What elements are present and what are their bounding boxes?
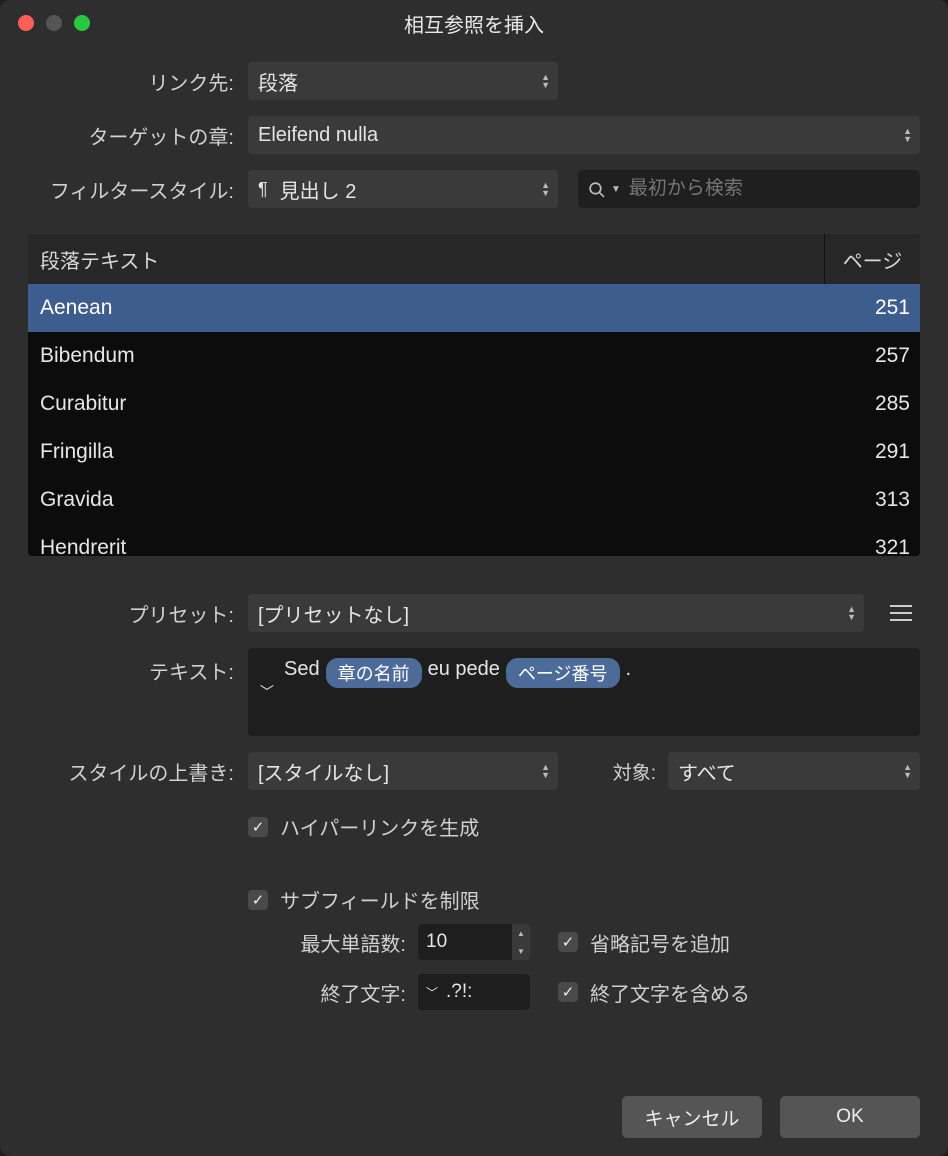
row-text: Hendrerit <box>28 536 824 556</box>
row-text: Gravida <box>28 488 824 512</box>
link-to-select[interactable]: 段落 ▲▼ <box>248 62 558 100</box>
limit-subfields-checkbox[interactable]: ✓ <box>248 890 268 910</box>
table-row[interactable]: Fringilla291 <box>28 428 920 476</box>
target-chapter-label: ターゲットの章: <box>28 121 248 150</box>
text-part: Sed <box>284 658 320 681</box>
filter-style-select[interactable]: ¶ 見出し 2 ▲▼ <box>248 170 558 208</box>
stepper-icon: ▲▼ <box>541 73 550 89</box>
add-ellipsis-checkbox[interactable]: ✓ <box>558 932 578 952</box>
style-override-label: スタイルの上書き: <box>28 757 248 786</box>
row-page: 313 <box>824 488 920 512</box>
target-chapter-select[interactable]: Eleifend nulla ▲▼ <box>248 116 920 154</box>
preset-label: プリセット: <box>28 599 248 628</box>
table-row[interactable]: Curabitur285 <box>28 380 920 428</box>
apply-to-select[interactable]: すべて ▲▼ <box>668 752 920 790</box>
chevron-down-icon[interactable]: ﹀ <box>426 984 438 1001</box>
row-text: Fringilla <box>28 440 824 464</box>
paragraph-icon: ¶ <box>258 179 268 200</box>
table-row[interactable]: Aenean251 <box>28 284 920 332</box>
row-page: 251 <box>824 296 920 320</box>
search-icon <box>588 181 605 198</box>
row-text: Curabitur <box>28 392 824 416</box>
text-part: . <box>626 658 632 681</box>
table-row[interactable]: Bibendum257 <box>28 332 920 380</box>
row-text: Aenean <box>28 296 824 320</box>
style-override-value: [スタイルなし] <box>258 757 389 786</box>
page-number-token[interactable]: ページ番号 <box>506 658 620 688</box>
term-chars-input[interactable]: ﹀ .?!: <box>418 974 530 1010</box>
term-chars-value: .?!: <box>446 981 472 1003</box>
text-label: テキスト: <box>28 648 248 685</box>
row-text: Bibendum <box>28 344 824 368</box>
stepper-icon: ▲▼ <box>903 127 912 143</box>
stepper-icon[interactable]: ▲▼ <box>512 924 530 960</box>
target-chapter-value: Eleifend nulla <box>258 124 378 147</box>
stepper-icon: ▲▼ <box>541 763 550 779</box>
style-override-select[interactable]: [スタイルなし] ▲▼ <box>248 752 558 790</box>
limit-subfields-label: サブフィールドを制限 <box>280 885 480 914</box>
titlebar: 相互参照を挿入 <box>0 0 948 46</box>
include-term-label: 終了文字を含める <box>590 978 750 1007</box>
max-words-input[interactable]: 10 ▲▼ <box>418 924 530 960</box>
filter-style-label: フィルタースタイル: <box>28 175 248 204</box>
search-input[interactable] <box>629 178 910 200</box>
link-to-label: リンク先: <box>28 67 248 96</box>
filter-style-value: 見出し 2 <box>280 175 357 204</box>
text-format-field[interactable]: ﹀ Sed 章の名前 eu pede ページ番号 . <box>248 648 920 736</box>
hyperlink-label: ハイパーリンクを生成 <box>280 812 479 841</box>
max-words-value: 10 <box>426 931 447 953</box>
search-field[interactable]: ▼ <box>578 170 920 208</box>
max-words-label: 最大単語数: <box>248 928 418 957</box>
stepper-icon: ▲▼ <box>541 181 550 197</box>
term-chars-label: 終了文字: <box>248 978 418 1007</box>
add-ellipsis-label: 省略記号を追加 <box>590 928 730 957</box>
hyperlink-checkbox[interactable]: ✓ <box>248 817 268 837</box>
stepper-icon: ▲▼ <box>903 763 912 779</box>
stepper-icon: ▲▼ <box>847 605 856 621</box>
window-title: 相互参照を挿入 <box>0 9 948 38</box>
cancel-button[interactable]: キャンセル <box>622 1096 762 1138</box>
apply-to-value: すべて <box>678 757 736 786</box>
column-header-page[interactable]: ページ <box>824 234 920 284</box>
chevron-down-icon: ▼ <box>611 184 621 195</box>
paragraph-table: 段落テキスト ページ Aenean251Bibendum257Curabitur… <box>28 234 920 556</box>
preset-select[interactable]: [プリセットなし] ▲▼ <box>248 594 864 632</box>
preset-value: [プリセットなし] <box>258 599 409 628</box>
chapter-name-token[interactable]: 章の名前 <box>326 658 422 688</box>
table-row[interactable]: Hendrerit321 <box>28 524 920 556</box>
apply-to-label: 対象: <box>558 758 668 785</box>
preset-menu-button[interactable] <box>882 594 920 632</box>
ok-button[interactable]: OK <box>780 1096 920 1138</box>
text-part: eu pede <box>428 658 500 681</box>
row-page: 321 <box>824 536 920 556</box>
row-page: 257 <box>824 344 920 368</box>
include-term-checkbox[interactable]: ✓ <box>558 982 578 1002</box>
table-row[interactable]: Gravida313 <box>28 476 920 524</box>
row-page: 285 <box>824 392 920 416</box>
row-page: 291 <box>824 440 920 464</box>
column-header-text[interactable]: 段落テキスト <box>28 245 824 274</box>
disclosure-icon[interactable]: ﹀ <box>260 682 274 702</box>
link-to-value: 段落 <box>258 67 298 96</box>
